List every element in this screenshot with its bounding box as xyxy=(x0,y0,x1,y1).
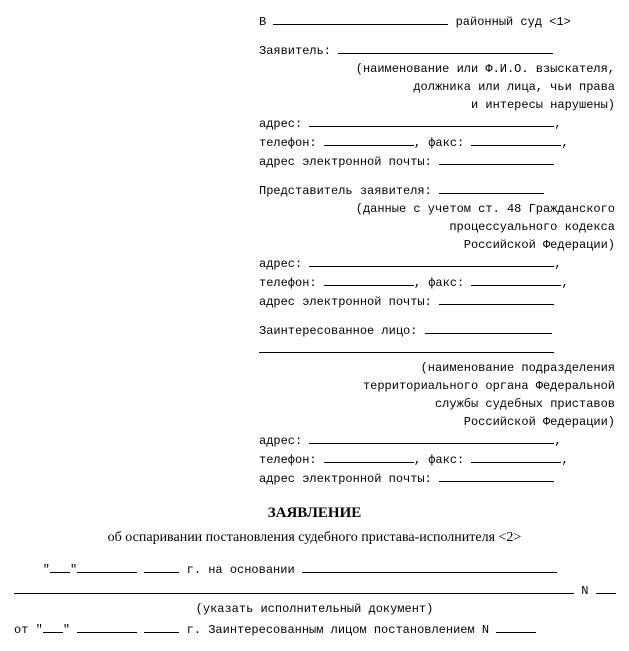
fax-label-2: факс: xyxy=(428,276,464,290)
interested-input[interactable] xyxy=(425,321,552,334)
address-label-3: адрес: xyxy=(259,434,302,448)
representative-fax-input[interactable] xyxy=(471,273,561,286)
date2-year-input[interactable] xyxy=(144,620,179,633)
interested-fax-input[interactable] xyxy=(471,450,561,463)
date-month-input[interactable] xyxy=(77,560,137,573)
fax-label-1: факс: xyxy=(428,136,464,150)
body-line4-suffix: г. Заинтересованным лицом постановлением… xyxy=(187,623,489,637)
resolution-number-input[interactable] xyxy=(496,620,536,633)
to-prefix: В xyxy=(259,15,266,29)
applicant-fax-input[interactable] xyxy=(471,133,561,146)
body-line3-note: (указать исполнительный документ) xyxy=(14,600,615,618)
date2-day-input[interactable] xyxy=(43,620,63,633)
interested-note-4: Российской Федерации) xyxy=(259,413,615,431)
email-label-2: адрес электронной почты: xyxy=(259,295,432,309)
date-year-input[interactable] xyxy=(144,560,179,573)
representative-address-input[interactable] xyxy=(309,254,554,267)
basis-input-2[interactable] xyxy=(14,581,574,594)
date-day-input[interactable] xyxy=(50,560,70,573)
interested-note-3: службы судебных приставов xyxy=(259,395,615,413)
applicant-note-2: должника или лица, чьи права xyxy=(259,78,615,96)
phone-label-2: телефон: xyxy=(259,276,317,290)
representative-phone-input[interactable] xyxy=(324,273,414,286)
representative-note-1: (данные с учетом ст. 48 Гражданского xyxy=(259,200,615,218)
body-line4-prefix: от " xyxy=(14,623,43,637)
applicant-label: Заявитель: xyxy=(259,44,331,58)
body-line2-suffix: N xyxy=(581,584,588,598)
representative-input[interactable] xyxy=(439,181,544,194)
interested-note-2: территориального органа Федеральной xyxy=(259,377,615,395)
interested-input-2[interactable] xyxy=(259,340,554,353)
interested-label: Заинтересованное лицо: xyxy=(259,324,417,338)
email-label-1: адрес электронной почты: xyxy=(259,155,432,169)
representative-note-3: Российской Федерации) xyxy=(259,236,615,254)
applicant-phone-input[interactable] xyxy=(324,133,414,146)
fax-label-3: факс: xyxy=(428,453,464,467)
interested-email-input[interactable] xyxy=(439,469,554,482)
phone-label-3: телефон: xyxy=(259,453,317,467)
phone-label-1: телефон: xyxy=(259,136,317,150)
applicant-input[interactable] xyxy=(338,41,553,54)
address-label-2: адрес: xyxy=(259,257,302,271)
to-suffix: районный суд <1> xyxy=(456,15,571,29)
date2-month-input[interactable] xyxy=(77,620,137,633)
email-label-3: адрес электронной почты: xyxy=(259,472,432,486)
document-title: ЗАЯВЛЕНИЕ xyxy=(14,502,615,525)
applicant-note-3: и интересы нарушены) xyxy=(259,96,615,114)
body-line4-quote: " xyxy=(63,623,70,637)
representative-email-input[interactable] xyxy=(439,292,554,305)
applicant-note-1: (наименование или Ф.И.О. взыскателя, xyxy=(259,60,615,78)
number-input[interactable] xyxy=(596,581,616,594)
court-name-input[interactable] xyxy=(273,12,448,25)
document-subtitle: об оспаривании постановления судебного п… xyxy=(14,527,615,548)
address-label-1: адрес: xyxy=(259,117,302,131)
applicant-address-input[interactable] xyxy=(309,114,554,127)
applicant-email-input[interactable] xyxy=(439,152,554,165)
representative-label: Представитель заявителя: xyxy=(259,184,432,198)
basis-input[interactable] xyxy=(302,560,557,573)
body-line1-middle: г. на основании xyxy=(187,563,295,577)
interested-address-input[interactable] xyxy=(309,431,554,444)
interested-note-1: (наименование подразделения xyxy=(259,359,615,377)
representative-note-2: процессуального кодекса xyxy=(259,218,615,236)
interested-phone-input[interactable] xyxy=(324,450,414,463)
